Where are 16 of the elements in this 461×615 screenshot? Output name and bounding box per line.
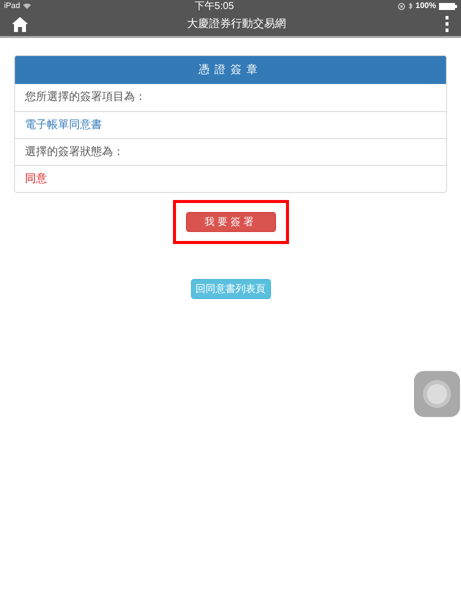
clock-time: 下午5:05 bbox=[194, 0, 234, 14]
bluetooth-icon bbox=[408, 2, 413, 10]
wifi-icon bbox=[23, 3, 32, 9]
signing-status: 同意 bbox=[25, 172, 47, 187]
battery-icon bbox=[438, 2, 457, 10]
row-label: 選擇的簽署狀態為： bbox=[25, 144, 124, 160]
battery-percent: 100% bbox=[416, 0, 436, 12]
sign-button[interactable]: 我要簽署 bbox=[186, 212, 276, 232]
device-name: iPad bbox=[4, 0, 20, 12]
panel-title: 憑證簽章 bbox=[15, 56, 446, 84]
more-menu-button[interactable] bbox=[445, 16, 449, 32]
row-label: 您所選擇的簽署項目為： bbox=[25, 90, 146, 106]
back-to-list-button[interactable]: 回同意書列表頁 bbox=[190, 279, 270, 299]
home-button[interactable] bbox=[12, 16, 28, 32]
signing-item: 電子帳單同意書 bbox=[25, 118, 102, 133]
page-title: 大慶證券行動交易網 bbox=[187, 16, 286, 32]
